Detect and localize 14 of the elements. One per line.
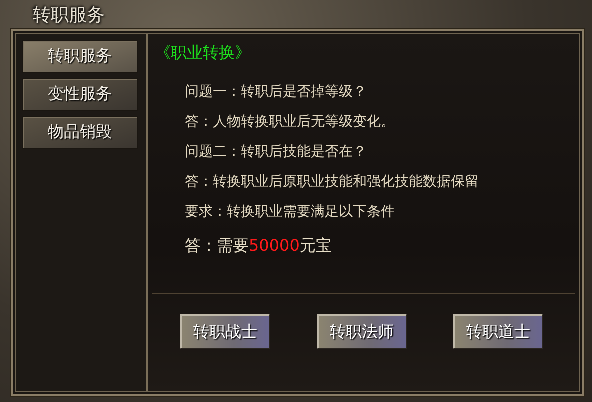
section-heading: 《职业转换》 bbox=[154, 42, 252, 64]
window-title: 转职服务 bbox=[32, 4, 106, 28]
job-change-button[interactable]: 转职法师 bbox=[316, 314, 406, 349]
info-text: 问题二：转职后技能是否在？ bbox=[185, 143, 368, 162]
sidebar-tab[interactable]: 转职服务 bbox=[22, 40, 138, 73]
sidebar-tab[interactable]: 物品销毁 bbox=[22, 116, 138, 149]
info-text: 答：人物转换职业后无等级变化。 bbox=[185, 113, 396, 132]
info-text: 问题一：转职后是否掉等级？ bbox=[185, 83, 368, 102]
sidebar-tab[interactable]: 变性服务 bbox=[22, 78, 138, 111]
info-text: 要求：转换职业需要满足以下条件 bbox=[185, 203, 396, 222]
job-change-button[interactable]: 转职战士 bbox=[180, 314, 270, 349]
info-text: 答：转换职业后原职业技能和强化技能数据保留 bbox=[185, 173, 480, 192]
cost-text: 答：需要50000元宝 bbox=[185, 236, 333, 257]
job-change-button[interactable]: 转职道士 bbox=[453, 314, 543, 349]
